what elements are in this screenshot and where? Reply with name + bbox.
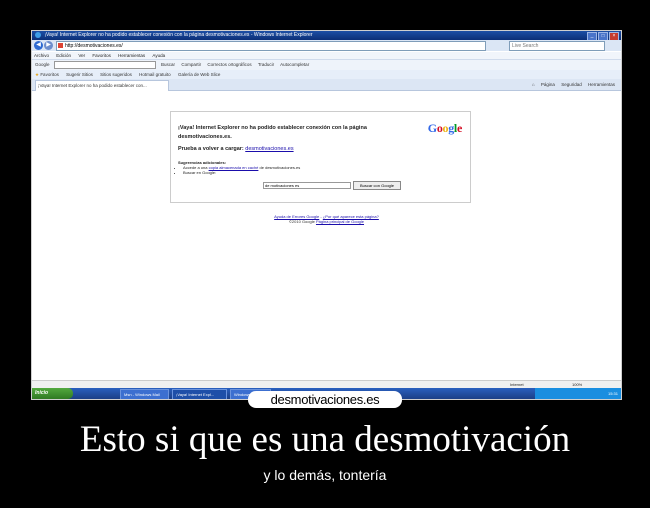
poster-caption: Esto si que es una desmotivación <box>79 419 571 460</box>
footer-copyright: ©2010 Google Página principal de Google <box>32 219 621 224</box>
suggestion-2: Buscar en Google: <box>183 170 217 175</box>
google-toolbar-label: Google <box>35 62 50 67</box>
brand-badge: desmotivaciones.es <box>248 391 402 408</box>
google-toolbar-search[interactable] <box>53 60 156 69</box>
menu-ayuda[interactable]: Ayuda <box>152 53 165 58</box>
fav-hotmail[interactable]: Hotmail gratuito <box>139 72 171 77</box>
favorites-star-icon[interactable]: ★ <box>35 72 39 77</box>
menu-edicion[interactable]: Edición <box>56 53 71 58</box>
fav-sugerir[interactable]: Sugerir Sitios <box>66 72 93 77</box>
window-title: ¡Vaya! Internet Explorer no ha podido es… <box>44 32 313 38</box>
start-button[interactable]: Inicio <box>32 388 73 399</box>
menu-favoritos[interactable]: Favoritos <box>92 53 111 58</box>
system-tray: 15:31 <box>535 388 621 399</box>
window-titlebar: ¡Vaya! Internet Explorer no ha podido es… <box>32 31 621 40</box>
google-logo: Google <box>427 121 463 135</box>
google-search-input[interactable]: de motivaciones es <box>263 182 351 189</box>
cmd-pagina[interactable]: Página <box>541 82 555 87</box>
zoom-level[interactable]: 100% <box>572 381 582 388</box>
address-row: ◀ ▶ http://desmotivaciones.es/ Live Sear… <box>32 40 621 51</box>
clock: 15:31 <box>607 391 618 396</box>
address-url: http://desmotivaciones.es/ <box>65 43 123 49</box>
address-bar[interactable]: http://desmotivaciones.es/ <box>56 41 486 51</box>
menu-ver[interactable]: Ver <box>78 53 85 58</box>
divider-left <box>31 399 247 400</box>
list-item: Buscar en Google: <box>183 170 300 175</box>
toolbar-ortografia[interactable]: Correctos ortográficos <box>207 62 251 67</box>
internet-explorer-icon <box>35 32 41 38</box>
toolbar-autocompletar[interactable]: Autocompletar <box>280 62 309 67</box>
maximize-button[interactable]: □ <box>598 32 608 40</box>
poster-subcaption: y lo demás, tontería <box>263 467 387 483</box>
fav-sitios-sugeridos[interactable]: Sitios sugeridos <box>100 72 132 77</box>
menu-bar: Archivo Edición Ver Favoritos Herramient… <box>32 52 621 59</box>
forward-arrow-icon[interactable]: ▶ <box>44 41 53 50</box>
error-panel: ¡Vaya! Internet Explorer no ha podido es… <box>170 111 471 203</box>
menu-archivo[interactable]: Archivo <box>34 53 49 58</box>
fav-web-slice[interactable]: Galería de Web Slice <box>178 72 220 77</box>
copyright-text: ©2010 Google <box>288 219 315 224</box>
minimize-button[interactable]: _ <box>587 32 597 40</box>
retry-prefix: Prueba a volver a cargar: <box>178 146 244 152</box>
screenshot-frame: ¡Vaya! Internet Explorer no ha podido es… <box>31 30 622 400</box>
favorites-label[interactable]: Favoritos <box>40 72 59 77</box>
tab-row: ¡Vaya! Internet Explorer no ha podido es… <box>32 79 621 91</box>
toolbar-traducir[interactable]: Traducir <box>258 62 274 67</box>
page-error-icon <box>58 43 63 48</box>
status-bar: Internet 100% <box>32 380 621 388</box>
retry-link[interactable]: desmotivaciones.es <box>245 146 293 152</box>
google-home-link[interactable]: Página principal de Google <box>316 219 364 224</box>
retry-line: Prueba a volver a cargar: desmotivacione… <box>178 146 294 152</box>
cmd-herramientas[interactable]: Herramientas <box>588 82 615 87</box>
tab-current[interactable]: ¡Vaya! Internet Explorer no ha podido es… <box>35 80 169 91</box>
menu-herramientas[interactable]: Herramientas <box>118 53 145 58</box>
toolbar-compartir[interactable]: Compartir <box>181 62 201 67</box>
favorites-bar: ★ Favoritos Sugerir Sitios Sitios sugeri… <box>32 70 621 79</box>
command-bar: ⌂ Página Seguridad Herramientas <box>532 80 615 89</box>
live-search-input[interactable]: Live Search <box>509 41 605 51</box>
suggestion-1-post: de desmotivaciones.es <box>259 165 301 170</box>
security-zone: Internet <box>510 382 524 387</box>
home-icon[interactable]: ⌂ <box>532 82 535 87</box>
divider-right <box>403 399 620 400</box>
toolbar-buscar[interactable]: Buscar <box>161 62 175 67</box>
close-button[interactable]: × <box>609 32 619 40</box>
page-content: ¡Vaya! Internet Explorer no ha podido es… <box>32 91 621 381</box>
google-toolbar: Google Buscar Compartir Correctos ortogr… <box>32 59 621 70</box>
google-search-button[interactable]: Buscar con Google <box>353 181 401 190</box>
cmd-seguridad[interactable]: Seguridad <box>561 82 582 87</box>
window-controls: _ □ × <box>586 32 619 40</box>
error-heading: ¡Vaya! Internet Explorer no ha podido es… <box>178 125 367 140</box>
suggestions-list: Accede a una copia almacenada en caché d… <box>177 165 300 175</box>
back-arrow-icon[interactable]: ◀ <box>34 41 43 50</box>
